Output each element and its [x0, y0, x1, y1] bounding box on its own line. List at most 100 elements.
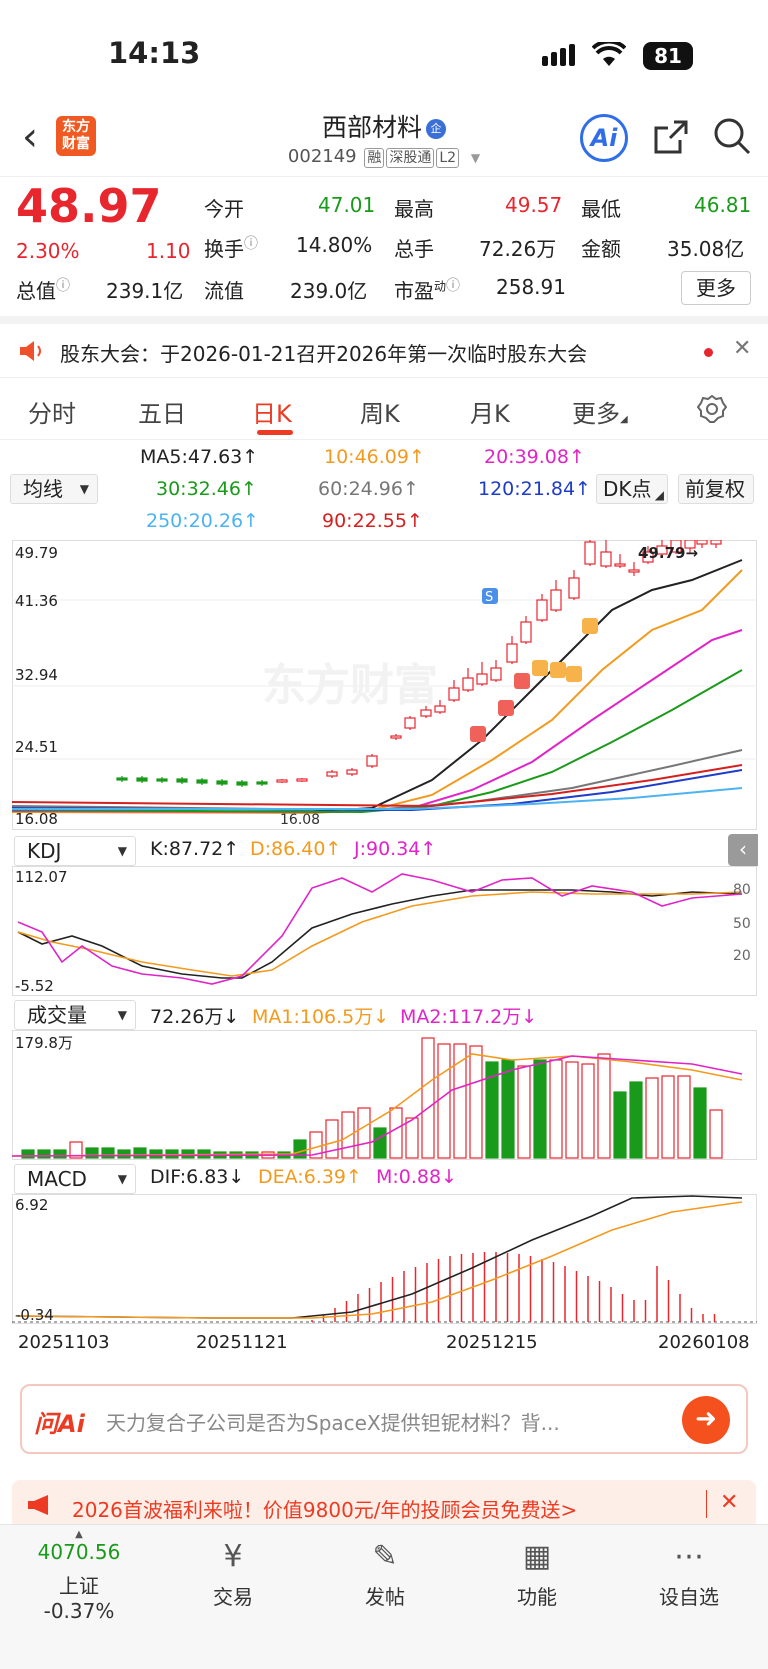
- restore-rights-button[interactable]: 前复权: [678, 474, 754, 504]
- open-value: 47.01: [318, 193, 376, 217]
- volume-ma1: MA1:106.5万↓: [252, 1006, 390, 1028]
- kdj-level-50: 50: [733, 916, 751, 932]
- info-icon[interactable]: ⓘ: [56, 278, 70, 294]
- tab-weekly-k[interactable]: 周K: [360, 394, 400, 429]
- promo-text: 2026首波福利来啦！价值9800元/年的投顾会员免费送>: [72, 1498, 578, 1522]
- volume-bar: [613, 1091, 627, 1159]
- change-amount: 1.10: [146, 239, 191, 263]
- nav-post[interactable]: ✎ 发帖: [330, 1533, 440, 1610]
- high-label: 最高: [394, 197, 434, 221]
- volume-bar: [501, 1059, 515, 1159]
- tag-connect: 深股通: [386, 148, 435, 168]
- chevron-down-icon[interactable]: ▼: [471, 151, 480, 165]
- macd-chart[interactable]: [12, 1194, 757, 1324]
- share-icon[interactable]: [652, 118, 690, 156]
- nav-label: 发帖: [365, 1585, 405, 1609]
- nav-trade[interactable]: ¥ 交易: [178, 1533, 288, 1610]
- chart-tabs: 分时 五日 日K 周K 月K 更多◢: [0, 380, 768, 440]
- volume-bar: [149, 1149, 163, 1159]
- volume-bar: [629, 1081, 643, 1159]
- volume-bar: [53, 1149, 67, 1159]
- kdj-chart[interactable]: [12, 866, 757, 996]
- search-icon[interactable]: [712, 116, 752, 156]
- arrow-right-icon[interactable]: ➜: [682, 1396, 730, 1444]
- candle-body: [600, 551, 612, 567]
- ai-ask-bar[interactable]: 问Ai 天力复合子公司是否为SpaceX提供钽铌材料？背... ➜: [20, 1384, 748, 1454]
- tab-indicator: [257, 430, 293, 435]
- volume-label: 总手: [394, 237, 434, 261]
- tab-monthly-k[interactable]: 月K: [470, 394, 510, 429]
- ma5-value: MA5:47.63↑: [140, 446, 259, 468]
- candle-body: [434, 705, 446, 713]
- amount-value: 35.08亿: [667, 237, 745, 261]
- stock-name: 西部材料: [321, 113, 422, 142]
- collapse-icon[interactable]: ‹: [728, 834, 758, 866]
- close-icon[interactable]: ✕: [733, 336, 751, 361]
- volume-bar: [645, 1077, 659, 1159]
- apps-icon: ▦: [522, 1539, 552, 1574]
- high-value: 49.57: [505, 193, 563, 217]
- stock-header: ‹ 东方财富 西部材料企 002149 融深股通 L2 ▼ Ai: [0, 104, 768, 176]
- tab-daily-k[interactable]: 日K: [252, 394, 292, 429]
- stock-code: 002149: [287, 146, 357, 167]
- kdj-level-20: 20: [733, 948, 751, 964]
- volume-bar: [405, 1117, 419, 1159]
- candle-body: [346, 769, 358, 775]
- kdj-selector[interactable]: KDJ ▼: [14, 836, 136, 866]
- nav-functions[interactable]: ▦ 功能: [482, 1533, 592, 1610]
- dk-point-button[interactable]: DK点 ◢: [596, 474, 668, 504]
- t-marker: [550, 662, 566, 678]
- turnover-label: 换手ⓘ: [204, 236, 258, 261]
- info-icon[interactable]: ⓘ: [244, 236, 258, 252]
- nav-add-watchlist[interactable]: ⋯ 设自选: [634, 1533, 744, 1610]
- post-icon: ✎: [372, 1539, 398, 1574]
- notice-bar[interactable]: 股东大会：于2026-01-21召开2026年第一次临时股东大会 ✕: [0, 316, 768, 378]
- volume-bar: [693, 1087, 707, 1159]
- tab-five-day[interactable]: 五日: [138, 394, 186, 429]
- quote-panel: 48.97 2.30% 1.10 今开 47.01 最高 49.57 最低 46…: [0, 176, 768, 310]
- ask-ai-logo: 问Ai: [34, 1410, 85, 1438]
- volume-chart[interactable]: [12, 1030, 757, 1160]
- tab-more[interactable]: 更多◢: [572, 394, 628, 429]
- amount-label: 金额: [581, 237, 621, 261]
- candle-body: [390, 735, 402, 739]
- candle-body: [568, 577, 580, 599]
- gear-icon[interactable]: [697, 394, 727, 424]
- tab-intraday[interactable]: 分时: [28, 394, 76, 429]
- info-icon[interactable]: ⓘ: [446, 278, 460, 294]
- candle-body: [216, 780, 228, 785]
- nav-index[interactable]: ▲ 4070.56 上证 -0.37%: [24, 1529, 134, 1623]
- volume-bar: [117, 1149, 131, 1159]
- ai-button[interactable]: Ai: [580, 114, 628, 162]
- volume-selector[interactable]: 成交量 ▼: [14, 1000, 136, 1030]
- more-button[interactable]: 更多: [681, 271, 751, 305]
- buy-marker: [498, 700, 514, 716]
- battery-icon: 81: [643, 42, 693, 70]
- ma60-value: 60:24.96↑: [318, 478, 419, 500]
- nav-label: 交易: [213, 1585, 253, 1609]
- more-icon: ⋯: [674, 1539, 704, 1574]
- ma-selector[interactable]: 均线 ▼: [10, 474, 98, 504]
- volume-bar: [37, 1149, 51, 1159]
- volume-bar: [101, 1147, 115, 1159]
- candle-body: [710, 540, 722, 545]
- kdj-d: D:86.40↑: [250, 838, 342, 860]
- macd-selector[interactable]: MACD ▼: [14, 1164, 136, 1194]
- close-icon[interactable]: ✕: [720, 1490, 738, 1515]
- candle-body: [326, 771, 338, 777]
- candle-body: [476, 673, 488, 685]
- wifi-icon: [592, 42, 626, 66]
- kdj-j: J:90.34↑: [354, 838, 437, 860]
- low-marker: 16.08: [280, 812, 321, 828]
- volume-value: 72.26万↓: [150, 1006, 240, 1028]
- float-label: 流值: [204, 279, 244, 303]
- kline-chart[interactable]: 东方财富 S: [12, 540, 757, 830]
- change-percent: 2.30%: [16, 239, 80, 263]
- volume-bar: [165, 1149, 179, 1159]
- volume-bar: [21, 1149, 35, 1159]
- nav-label: 功能: [517, 1585, 557, 1609]
- kdj-level-80: 80: [733, 882, 751, 898]
- volume-bar: [581, 1063, 595, 1159]
- ma250-value: 250:20.26↑: [146, 510, 259, 532]
- last-price: 48.97: [16, 179, 162, 233]
